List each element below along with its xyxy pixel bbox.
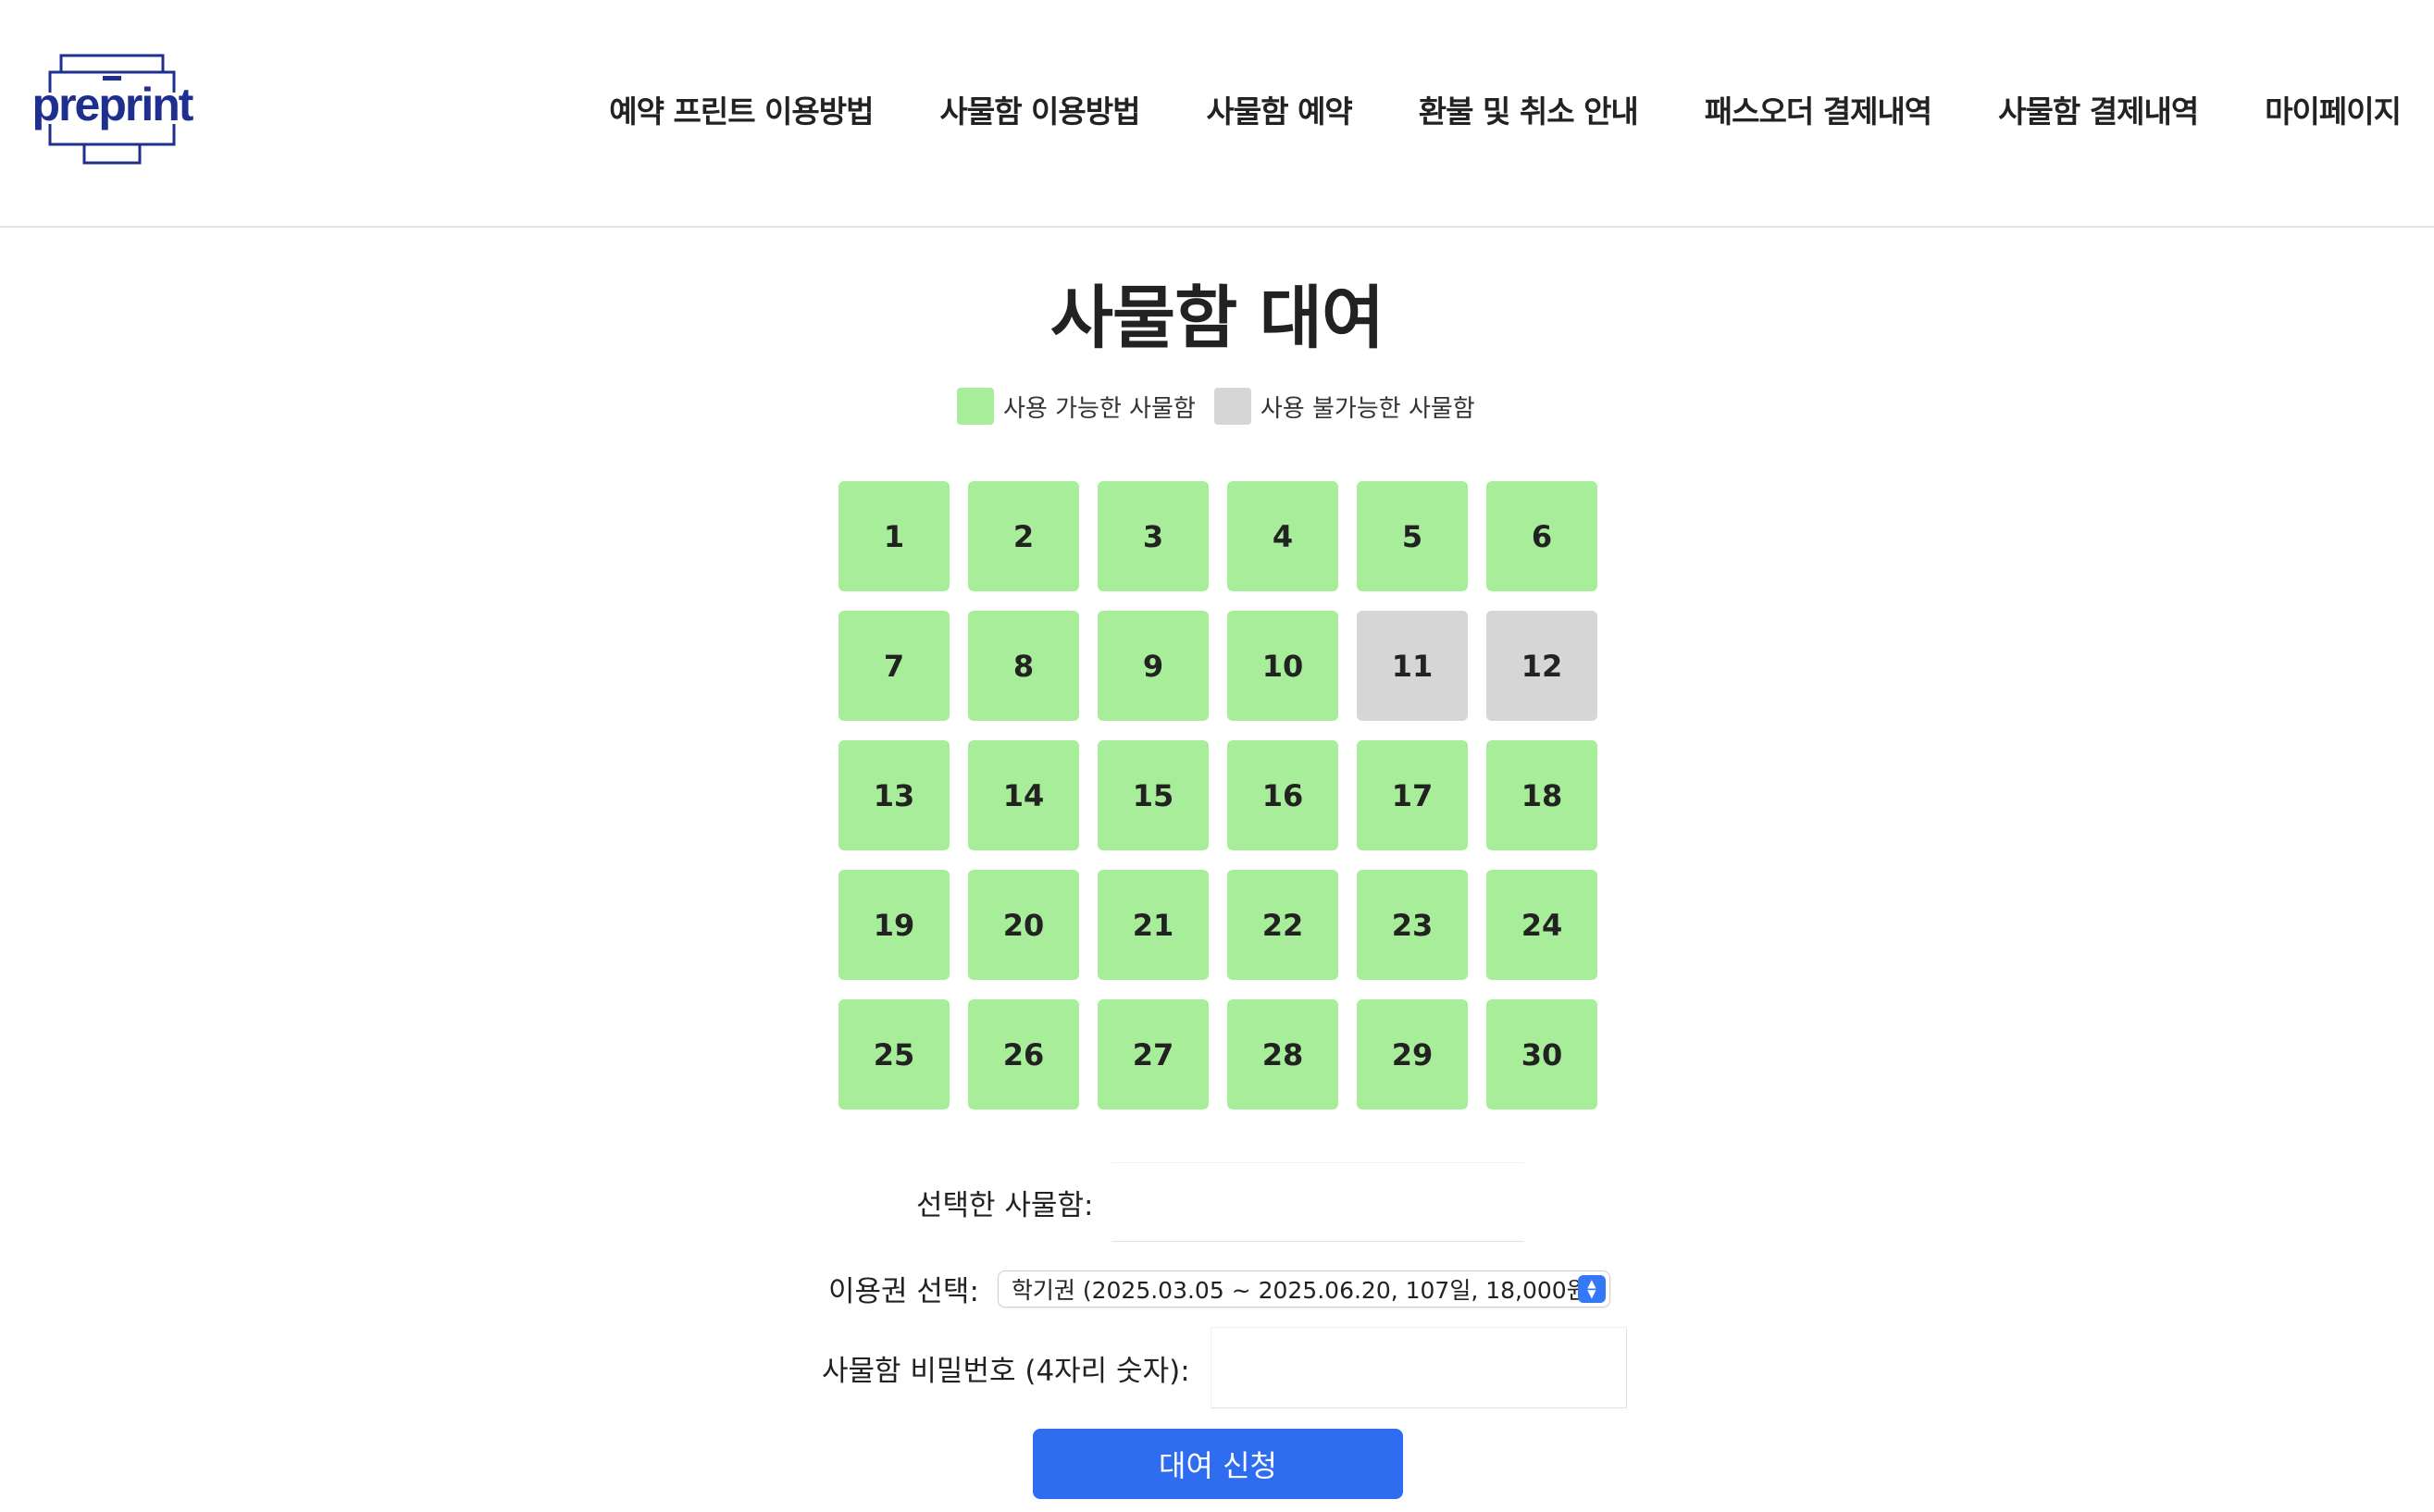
legend-unavailable-label: 사용 불가능한 사물함 — [1260, 394, 1475, 423]
locker-16[interactable]: 16 — [1227, 740, 1338, 850]
locker-24[interactable]: 24 — [1486, 870, 1597, 980]
password-label: 사물함 비밀번호 (4자리 숫자): — [822, 1354, 1190, 1388]
locker-13[interactable]: 13 — [838, 740, 950, 850]
password-row: 사물함 비밀번호 (4자리 숫자): — [822, 1327, 1627, 1408]
locker-5[interactable]: 5 — [1357, 481, 1468, 591]
locker-14[interactable]: 14 — [968, 740, 1079, 850]
nav-locker-payments[interactable]: 사물함 결제내역 — [1998, 87, 2199, 131]
preprint-logo[interactable]: preprint — [24, 54, 200, 165]
locker-30[interactable]: 30 — [1486, 999, 1597, 1109]
selected-locker-row: 선택한 사물함: — [916, 1162, 1525, 1242]
locker-22[interactable]: 22 — [1227, 870, 1338, 980]
nav-mypage[interactable]: 마이페이지 — [2265, 87, 2402, 131]
locker-11: 11 — [1357, 611, 1468, 721]
rent-submit-button[interactable]: 대여 신청 — [1033, 1429, 1403, 1499]
locker-25[interactable]: 25 — [838, 999, 950, 1109]
nav-passorder-payments[interactable]: 패스오더 결제내역 — [1705, 87, 1932, 131]
locker-4[interactable]: 4 — [1227, 481, 1338, 591]
locker-26[interactable]: 26 — [968, 999, 1079, 1109]
pass-select-row: 이용권 선택: 학기권 (2025.03.05 ~ 2025.06.20, 10… — [828, 1268, 1610, 1309]
locker-19[interactable]: 19 — [838, 870, 950, 980]
locker-17[interactable]: 17 — [1357, 740, 1468, 850]
locker-2[interactable]: 2 — [968, 481, 1079, 591]
locker-3[interactable]: 3 — [1098, 481, 1209, 591]
nav-refund-cancel-info[interactable]: 환불 및 취소 안내 — [1419, 87, 1639, 131]
pass-select-label: 이용권 선택: — [828, 1275, 979, 1308]
locker-7[interactable]: 7 — [838, 611, 950, 721]
locker-8[interactable]: 8 — [968, 611, 1079, 721]
locker-1[interactable]: 1 — [838, 481, 950, 591]
locker-9[interactable]: 9 — [1098, 611, 1209, 721]
nav-locker-reservation[interactable]: 사물함 예약 — [1207, 87, 1353, 131]
locker-21[interactable]: 21 — [1098, 870, 1209, 980]
locker-password-input[interactable] — [1210, 1327, 1627, 1408]
locker-grid: 1 2 3 4 5 6 7 8 9 10 11 12 13 14 15 16 17 18 19 20 21 22 23 24 2… — [838, 481, 1597, 1109]
locker-18[interactable]: 18 — [1486, 740, 1597, 850]
nav-reservation-print-guide[interactable]: 예약 프린트 이용방법 — [609, 87, 874, 131]
svg-text:preprint: preprint — [32, 79, 194, 130]
pass-select-value: 학기권 (2025.03.05 ~ 2025.06.20, 107일, 18,0… — [1011, 1276, 1597, 1304]
select-chevron-icon: ▲ ▼ — [1577, 1274, 1606, 1303]
locker-27[interactable]: 27 — [1098, 999, 1209, 1109]
selected-locker-label: 선택한 사물함: — [916, 1188, 1094, 1222]
unavailable-swatch — [1213, 388, 1251, 425]
selected-locker-display — [1111, 1162, 1525, 1242]
main-nav: 예약 프린트 이용방법 사물함 이용방법 사물함 예약 환불 및 취소 안내 패… — [609, 81, 2402, 137]
locker-legend: 사용 가능한 사물함 사용 불가능한 사물함 — [957, 387, 1494, 426]
locker-10[interactable]: 10 — [1227, 611, 1338, 721]
pass-select[interactable]: 학기권 (2025.03.05 ~ 2025.06.20, 107일, 18,0… — [997, 1270, 1610, 1308]
locker-15[interactable]: 15 — [1098, 740, 1209, 850]
nav-locker-guide[interactable]: 사물함 이용방법 — [939, 87, 1140, 131]
legend-unavailable: 사용 불가능한 사물함 — [1213, 388, 1475, 425]
locker-20[interactable]: 20 — [968, 870, 1079, 980]
available-swatch — [957, 388, 994, 425]
legend-available-label: 사용 가능한 사물함 — [1003, 394, 1196, 423]
locker-12: 12 — [1486, 611, 1597, 721]
page-title: 사물함 대여 — [1049, 279, 1385, 358]
locker-6[interactable]: 6 — [1486, 481, 1597, 591]
locker-23[interactable]: 23 — [1357, 870, 1468, 980]
locker-28[interactable]: 28 — [1227, 999, 1338, 1109]
legend-available: 사용 가능한 사물함 — [957, 388, 1196, 425]
locker-29[interactable]: 29 — [1357, 999, 1468, 1109]
site-header: preprint 예약 프린트 이용방법 사물함 이용방법 사물함 예약 환불 … — [0, 0, 2434, 228]
